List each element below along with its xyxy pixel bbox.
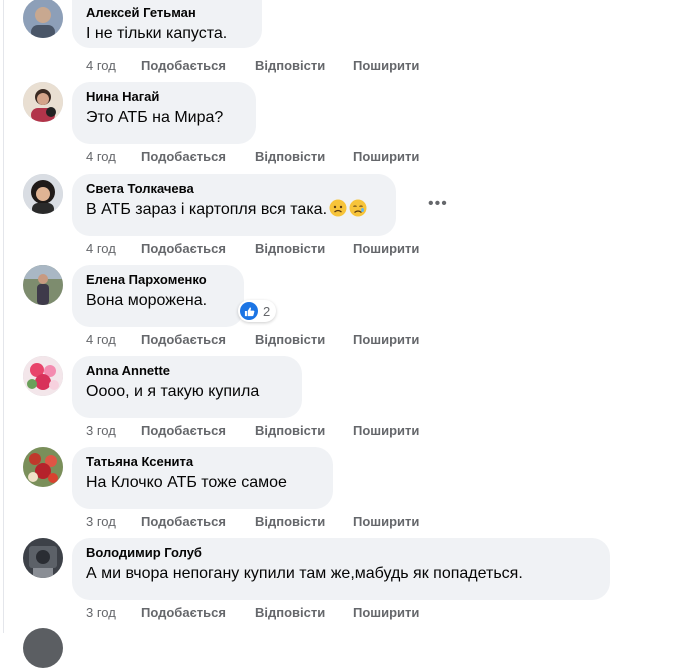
- avatar[interactable]: [23, 0, 63, 38]
- like-button[interactable]: Подобається: [141, 332, 226, 348]
- comment-bubble: Володимир Голуб А ми вчора непогану купи…: [72, 538, 610, 600]
- comment-author[interactable]: Татьяна Ксенита: [86, 454, 319, 470]
- comment-text: Оооо, и я такую купила: [86, 383, 260, 400]
- comment-time[interactable]: 3 год: [86, 605, 116, 621]
- reply-button[interactable]: Відповісти: [255, 241, 325, 257]
- avatar[interactable]: [23, 265, 63, 305]
- comment-item: Володимир Голуб А ми вчора непогану купи…: [0, 538, 684, 630]
- like-button[interactable]: Подобається: [141, 423, 226, 439]
- comment-author[interactable]: Света Толкачева: [86, 181, 382, 197]
- crying-face-emoji: [349, 199, 367, 217]
- reply-button[interactable]: Відповісти: [255, 149, 325, 165]
- comment-author[interactable]: Алексей Гетьман: [86, 5, 248, 21]
- comment-text-content: В АТБ зараз і картопля вся така.: [86, 201, 328, 218]
- comment-text: А ми вчора непогану купили там же,мабудь…: [86, 565, 523, 582]
- comment-item: Света Толкачева В АТБ зараз і картопля в…: [0, 174, 684, 266]
- like-button[interactable]: Подобається: [141, 605, 226, 621]
- comment-author[interactable]: Елена Пархоменко: [86, 272, 230, 288]
- comment-text: Это АТБ на Мира?: [86, 109, 224, 126]
- avatar[interactable]: [23, 447, 63, 487]
- comment-author[interactable]: Anna Annette: [86, 363, 288, 379]
- comment-time[interactable]: 4 год: [86, 58, 116, 74]
- share-button[interactable]: Поширити: [353, 241, 419, 257]
- comment-time[interactable]: 4 год: [86, 241, 116, 257]
- avatar[interactable]: [23, 356, 63, 396]
- like-button[interactable]: Подобається: [141, 514, 226, 530]
- like-icon: [240, 302, 258, 320]
- comment-bubble: Алексей Гетьман І не тільки капуста.: [72, 0, 262, 48]
- comment-bubble: Нина Нагай Это АТБ на Мира?: [72, 82, 256, 144]
- comment-text: І не тільки капуста.: [86, 25, 228, 42]
- share-button[interactable]: Поширити: [353, 423, 419, 439]
- comment-item: Алексей Гетьман І не тільки капуста. 4 г…: [0, 0, 684, 78]
- avatar[interactable]: [23, 174, 63, 214]
- comment-author[interactable]: Володимир Голуб: [86, 545, 596, 561]
- comment-bubble: Света Толкачева В АТБ зараз і картопля в…: [72, 174, 396, 236]
- comment-bubble: Елена Пархоменко Вона морожена.: [72, 265, 244, 327]
- sad-face-emoji: [329, 199, 347, 217]
- comment-bubble: Татьяна Ксенита На Клочко АТБ тоже самое: [72, 447, 333, 509]
- comment-text: В АТБ зараз і картопля вся така.: [86, 199, 382, 220]
- comment-time[interactable]: 3 год: [86, 514, 116, 530]
- avatar[interactable]: [23, 82, 63, 122]
- reply-button[interactable]: Відповісти: [255, 605, 325, 621]
- share-button[interactable]: Поширити: [353, 605, 419, 621]
- share-button[interactable]: Поширити: [353, 514, 419, 530]
- more-horizontal-icon[interactable]: •••: [428, 196, 448, 212]
- reaction-badge[interactable]: 2: [238, 300, 277, 322]
- comment-time[interactable]: 4 год: [86, 332, 116, 348]
- comment-item: Нина Нагай Это АТБ на Мира? 4 год Подоба…: [0, 82, 684, 174]
- like-button[interactable]: Подобається: [141, 149, 226, 165]
- comment-item: Татьяна Ксенита На Клочко АТБ тоже самое…: [0, 447, 684, 539]
- reply-button[interactable]: Відповісти: [255, 332, 325, 348]
- comment-text: На Клочко АТБ тоже самое: [86, 474, 287, 491]
- avatar[interactable]: [23, 628, 63, 668]
- comment-author[interactable]: Нина Нагай: [86, 89, 242, 105]
- reply-button[interactable]: Відповісти: [255, 423, 325, 439]
- comment-item: Anna Annette Оооо, и я такую купила 3 го…: [0, 356, 684, 448]
- avatar[interactable]: [23, 538, 63, 578]
- comment-text: Вона морожена.: [86, 292, 208, 309]
- reply-button[interactable]: Відповісти: [255, 58, 325, 74]
- share-button[interactable]: Поширити: [353, 58, 419, 74]
- comment-time[interactable]: 4 год: [86, 149, 116, 165]
- reply-button[interactable]: Відповісти: [255, 514, 325, 530]
- reaction-count: 2: [263, 303, 271, 319]
- like-button[interactable]: Подобається: [141, 58, 226, 74]
- comment-time[interactable]: 3 год: [86, 423, 116, 439]
- comment-bubble: Anna Annette Оооо, и я такую купила: [72, 356, 302, 418]
- like-button[interactable]: Подобається: [141, 241, 226, 257]
- share-button[interactable]: Поширити: [353, 332, 419, 348]
- share-button[interactable]: Поширити: [353, 149, 419, 165]
- comment-item: Елена Пархоменко Вона морожена. 2 4 год …: [0, 265, 684, 357]
